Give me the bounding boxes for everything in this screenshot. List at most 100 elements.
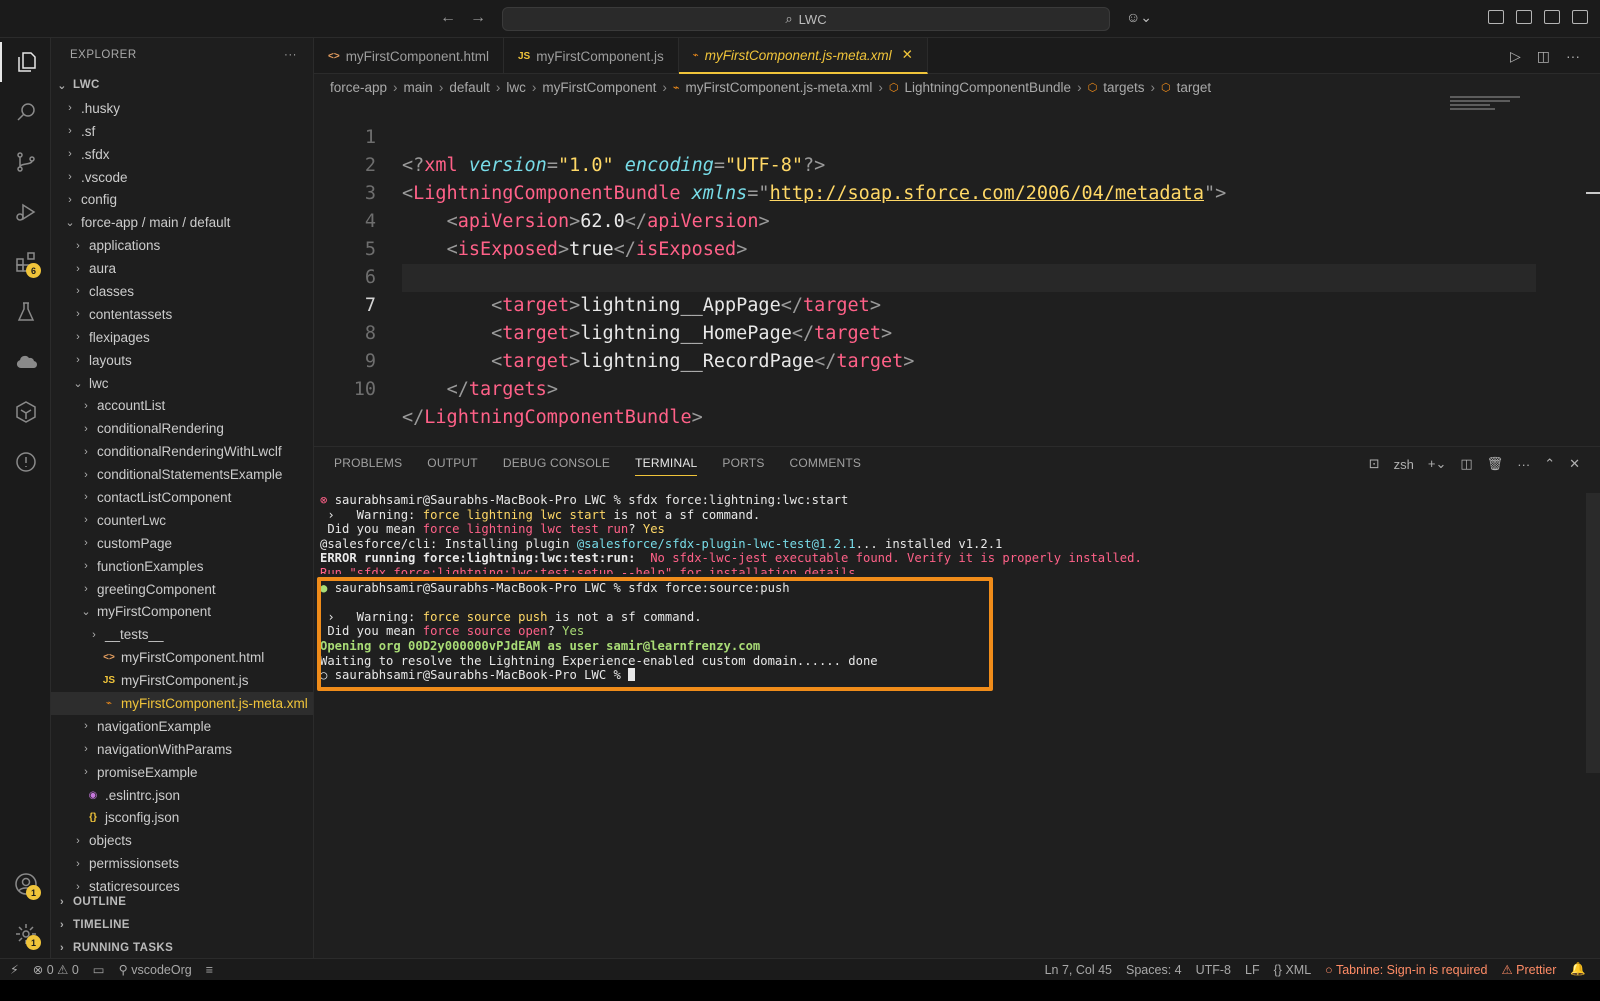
- breadcrumb-item[interactable]: myFirstComponent.js-meta.xml: [686, 80, 873, 95]
- tree-item[interactable]: › conditionalRendering: [51, 417, 313, 440]
- tree-item[interactable]: › conditionalStatementsExample: [51, 463, 313, 486]
- editor-tab[interactable]: <> myFirstComponent.html: [314, 38, 504, 74]
- tree-item[interactable]: › greetingComponent: [51, 578, 313, 601]
- panel-tab[interactable]: COMMENTS: [790, 456, 862, 476]
- tree-item[interactable]: JS myFirstComponent.js: [51, 669, 313, 692]
- more-actions-icon[interactable]: ···: [1517, 457, 1530, 472]
- tree-item[interactable]: › contentassets: [51, 303, 313, 326]
- tree-item[interactable]: › promiseExample: [51, 761, 313, 784]
- tree-item[interactable]: › navigationExample: [51, 715, 313, 738]
- extensions-icon[interactable]: 6: [0, 242, 51, 282]
- tree-item[interactable]: › navigationWithParams: [51, 738, 313, 761]
- org-browser-icon[interactable]: [0, 392, 51, 432]
- trash-icon[interactable]: 🗑: [1487, 456, 1504, 472]
- tree-item[interactable]: › counterLwc: [51, 509, 313, 532]
- breadcrumb-item[interactable]: target: [1177, 80, 1212, 95]
- forward-arrow-icon[interactable]: →: [470, 9, 486, 27]
- shell-name[interactable]: zsh: [1394, 457, 1414, 472]
- tree-item[interactable]: › config: [51, 188, 313, 211]
- tree-item[interactable]: › objects: [51, 829, 313, 852]
- source-control-icon[interactable]: [0, 142, 51, 182]
- editor-tab[interactable]: JS myFirstComponent.js: [504, 38, 679, 74]
- tree-item[interactable]: › applications: [51, 234, 313, 257]
- panel-tab[interactable]: TERMINAL: [635, 456, 698, 476]
- close-panel-icon[interactable]: ✕: [1569, 456, 1580, 472]
- timeline-section[interactable]: › TIMELINE: [51, 914, 313, 937]
- editor-scrollbar[interactable]: [1586, 192, 1600, 194]
- tree-item[interactable]: ⌄ lwc: [51, 372, 313, 395]
- tree-item[interactable]: ⌄ force-app / main / default: [51, 211, 313, 234]
- explorer-icon[interactable]: [0, 42, 51, 82]
- toggle-panel-icon[interactable]: [1544, 10, 1560, 24]
- running-tasks-section[interactable]: › RUNNING TASKS: [51, 937, 313, 960]
- tree-item[interactable]: › aura: [51, 257, 313, 280]
- accounts-icon[interactable]: 1: [0, 864, 51, 904]
- terminal-scrollbar[interactable]: [1586, 493, 1600, 773]
- tree-item[interactable]: › customPage: [51, 532, 313, 555]
- panel-tab[interactable]: DEBUG CONSOLE: [503, 456, 610, 476]
- encoding[interactable]: UTF-8: [1196, 963, 1231, 977]
- minimap[interactable]: [1450, 96, 1530, 120]
- tree-item[interactable]: › .husky: [51, 97, 313, 120]
- manage-gear-icon[interactable]: 1: [0, 914, 51, 954]
- breadcrumb-item[interactable]: LightningComponentBundle: [904, 80, 1071, 95]
- tree-item[interactable]: › functionExamples: [51, 555, 313, 578]
- breadcrumb-item[interactable]: default: [449, 80, 490, 95]
- problems-status[interactable]: ⊗ 0 ⚠ 0: [33, 962, 79, 977]
- testing-icon[interactable]: [0, 292, 51, 332]
- panel-tab[interactable]: OUTPUT: [427, 456, 478, 476]
- tabnine-status[interactable]: ○ Tabnine: Sign-in is required: [1325, 963, 1487, 977]
- breadcrumb-item[interactable]: myFirstComponent: [542, 80, 656, 95]
- toggle-secondary-sidebar-icon[interactable]: [1572, 10, 1588, 24]
- toggle-sidebar-icon[interactable]: [1516, 10, 1532, 24]
- copilot-icon[interactable]: ☺⌄: [1126, 9, 1152, 26]
- indentation[interactable]: Spaces: 4: [1126, 963, 1182, 977]
- tree-item[interactable]: › layouts: [51, 349, 313, 372]
- code-editor[interactable]: 1 <?xml version="1.0" encoding="UTF-8"?>…: [314, 96, 1600, 428]
- editor-tab[interactable]: ⌁ myFirstComponent.js-meta.xml ✕: [678, 38, 928, 74]
- prettier-status[interactable]: ⚠ Prettier: [1501, 962, 1556, 977]
- tree-item[interactable]: › __tests__: [51, 623, 313, 646]
- tree-item[interactable]: › contactListComponent: [51, 486, 313, 509]
- org-status[interactable]: ⚲ vscodeOrg: [119, 962, 192, 977]
- tree-item[interactable]: {} jsconfig.json: [51, 807, 313, 830]
- tree-item[interactable]: › .vscode: [51, 166, 313, 189]
- run-icon[interactable]: ▷: [1510, 48, 1521, 65]
- split-editor-icon[interactable]: ◫: [1537, 48, 1550, 65]
- breadcrumb-item[interactable]: force-app: [330, 80, 387, 95]
- tree-item[interactable]: › conditionalRenderingWithLwclf: [51, 440, 313, 463]
- workspace-root[interactable]: ⌄ LWC: [51, 74, 313, 97]
- tree-item[interactable]: ⌄ myFirstComponent: [51, 600, 313, 623]
- cursor-position[interactable]: Ln 7, Col 45: [1045, 963, 1112, 977]
- tree-item[interactable]: › .sf: [51, 120, 313, 143]
- tree-item[interactable]: ⌁ myFirstComponent.js-meta.xml: [51, 692, 313, 715]
- tree-item[interactable]: <> myFirstComponent.html: [51, 646, 313, 669]
- problems-icon[interactable]: [0, 442, 51, 482]
- search-icon[interactable]: [0, 92, 51, 132]
- salesforce-cloud-icon[interactable]: [0, 342, 51, 382]
- new-terminal-icon[interactable]: +⌄: [1428, 456, 1446, 472]
- tree-item[interactable]: › flexipages: [51, 326, 313, 349]
- menu-icon[interactable]: ≡: [206, 963, 213, 977]
- more-actions-icon[interactable]: ···: [284, 49, 297, 61]
- run-debug-icon[interactable]: [0, 192, 51, 232]
- notifications-bell-icon[interactable]: 🔔: [1570, 962, 1586, 977]
- tree-item[interactable]: ◉ .eslintrc.json: [51, 784, 313, 807]
- language-mode[interactable]: {} XML: [1274, 963, 1312, 977]
- panel-tab[interactable]: PORTS: [722, 456, 764, 476]
- panel-tab[interactable]: PROBLEMS: [334, 456, 402, 476]
- breadcrumb-item[interactable]: targets: [1103, 80, 1144, 95]
- tree-item[interactable]: › classes: [51, 280, 313, 303]
- split-terminal-icon[interactable]: ◫: [1460, 456, 1472, 472]
- tree-item[interactable]: › permissionsets: [51, 852, 313, 875]
- remote-icon[interactable]: ⚡: [10, 962, 19, 977]
- more-actions-icon[interactable]: ···: [1566, 48, 1580, 65]
- panel-toggle-icon[interactable]: ▭: [93, 962, 105, 977]
- tree-item[interactable]: › accountList: [51, 394, 313, 417]
- outline-section[interactable]: › OUTLINE: [51, 891, 313, 914]
- tree-item[interactable]: › .sfdx: [51, 143, 313, 166]
- maximize-panel-icon[interactable]: ⌃: [1544, 456, 1555, 472]
- back-arrow-icon[interactable]: ←: [440, 9, 456, 27]
- end-of-line[interactable]: LF: [1245, 963, 1260, 977]
- breadcrumb-item[interactable]: lwc: [506, 80, 526, 95]
